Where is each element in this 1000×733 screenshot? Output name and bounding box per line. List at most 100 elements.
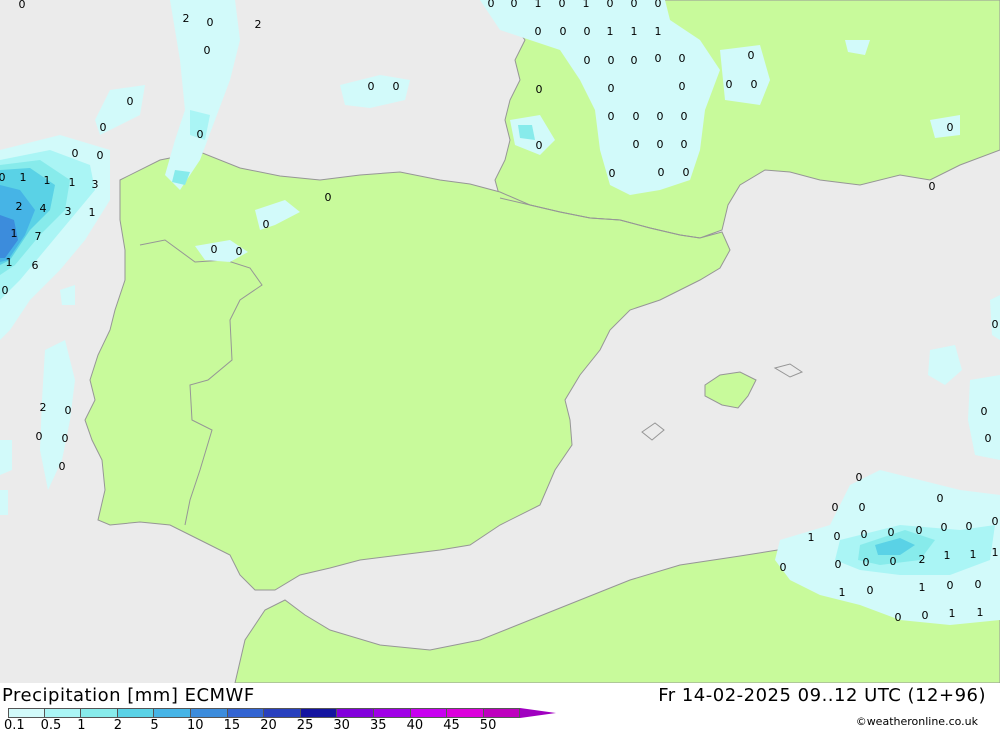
precip-value-label: 0	[748, 49, 755, 62]
precip-value-label: 0	[832, 501, 839, 514]
precip-value-label: 6	[32, 259, 39, 272]
legend-swatch	[117, 708, 155, 718]
legend-swatch	[227, 708, 265, 718]
precip-value-label: 0	[655, 52, 662, 65]
legend-swatch	[81, 708, 118, 718]
precip-value-label: 1	[977, 606, 984, 619]
legend-tick-label: 40	[406, 718, 424, 733]
precip-value-label: 0	[100, 121, 107, 134]
precip-value-label: 0	[929, 180, 936, 193]
precip-value-label: 0	[59, 460, 66, 473]
precip-value-label: 0	[368, 80, 375, 93]
legend-tick-label: 30	[333, 718, 350, 733]
legend-tick-label: 2	[113, 718, 123, 733]
legend-tick-label: 20	[260, 718, 277, 733]
precip-value-label: 0	[679, 52, 686, 65]
precip-value-label: 1	[919, 581, 926, 594]
precip-value-label: 0	[207, 16, 214, 29]
precip-value-label: 0	[985, 432, 992, 445]
precip-value-label: 0	[888, 526, 895, 539]
legend-tick-label: 10	[187, 718, 204, 733]
precip-value-label: 0	[211, 243, 218, 256]
precip-value-label: 0	[657, 110, 664, 123]
precip-value-label: 1	[89, 206, 96, 219]
precipitation-map: 0 2 0 2 0 0 0 0 0 0 0 1 1 1 3 2 4 3 1 1 7 1 6 0 2 0 0 0 0 0 0 0 0 0 0 0 0 1 0 1…	[0, 0, 1000, 683]
precip-value-label: 0	[856, 471, 863, 484]
precip-value-label: 3	[92, 178, 99, 191]
precip-value-label: 0	[536, 83, 543, 96]
precip-value-label: 1	[69, 176, 76, 189]
precip-value-label: 1	[944, 549, 951, 562]
precip-value-label: 0	[726, 78, 733, 91]
legend-swatch	[410, 708, 448, 718]
precip-value-label: 0	[631, 54, 638, 67]
precip-value-label: 0	[835, 558, 842, 571]
precip-value-label: 0	[488, 0, 495, 10]
precip-value-label: 0	[937, 492, 944, 505]
precip-value-label: 0	[236, 245, 243, 258]
legend-swatch	[190, 708, 228, 718]
precip-value-label: 3	[65, 205, 72, 218]
legend-tick-label: 45	[443, 718, 460, 733]
precip-value-label: 0	[751, 78, 758, 91]
precip-value-label: 1	[631, 25, 638, 38]
precip-value-label: 0	[65, 404, 72, 417]
precip-value-label: 0	[679, 80, 686, 93]
precip-value-label: 2	[16, 200, 23, 213]
precip-value-label: 0	[947, 121, 954, 134]
precip-value-label: 0	[584, 54, 591, 67]
precip-value-label: 0	[19, 0, 26, 11]
precip-value-label: 0	[867, 584, 874, 597]
precip-value-label: 0	[608, 82, 615, 95]
legend-swatch	[337, 708, 374, 718]
precip-value-label: 0	[560, 25, 567, 38]
precip-value-label: 0	[535, 25, 542, 38]
precip-value-label: 0	[263, 218, 270, 231]
legend-swatch	[300, 708, 338, 718]
precip-value-label: 0	[890, 555, 897, 568]
precip-value-label: 0	[631, 0, 638, 10]
precip-value-label: 0	[0, 171, 6, 184]
precip-value-label: 0	[992, 515, 999, 528]
precip-value-label: 1	[535, 0, 542, 10]
precip-value-label: 4	[40, 202, 47, 215]
precip-value-label: 0	[655, 0, 662, 10]
legend-tick-label: 5	[150, 718, 159, 733]
precip-value-label: 0	[916, 524, 923, 537]
precip-value-label: 0	[609, 167, 616, 180]
precip-value-label: 0	[2, 284, 9, 297]
precip-value-label: 0	[608, 54, 615, 67]
precip-value-label: 0	[72, 147, 79, 160]
precip-value-label: 0	[204, 44, 211, 57]
precip-value-label: 0	[608, 110, 615, 123]
precip-value-label: 0	[922, 609, 929, 622]
precip-value-label: 0	[681, 110, 688, 123]
precip-value-label: 1	[44, 174, 51, 187]
precip-value-label: 0	[97, 149, 104, 162]
precip-value-label: 0	[36, 430, 43, 443]
precip-value-label: 1	[839, 586, 846, 599]
legend-swatch	[447, 708, 484, 718]
weather-map-view: 0202000000011132431171602000000000000101…	[0, 0, 1000, 733]
precip-value-label: 0	[966, 520, 973, 533]
precip-value-label: 0	[941, 521, 948, 534]
precip-value-label: 1	[607, 25, 614, 38]
precip-value-label: 0	[859, 501, 866, 514]
precip-value-label: 0	[861, 528, 868, 541]
map-title: Precipitation [mm] ECMWF	[2, 685, 255, 706]
precip-value-label: 0	[658, 166, 665, 179]
precip-value-label: 0	[393, 80, 400, 93]
legend-tick-label: 0.1	[4, 718, 25, 733]
precip-value-label: 0	[511, 0, 518, 10]
precip-value-label: 2	[183, 12, 190, 25]
precip-value-label: 2	[255, 18, 262, 31]
precip-value-label: 2	[40, 401, 47, 414]
precip-value-label: 1	[20, 171, 27, 184]
map-footer: Precipitation [mm] ECMWF Fr 14-02-2025 0…	[0, 683, 1000, 733]
legend-swatch	[8, 708, 45, 718]
legend-tick-label: 1	[77, 718, 86, 733]
legend-swatch	[264, 708, 301, 718]
precip-value-label: 0	[584, 25, 591, 38]
precip-value-label: 1	[970, 548, 977, 561]
precip-value-label: 0	[992, 318, 999, 331]
